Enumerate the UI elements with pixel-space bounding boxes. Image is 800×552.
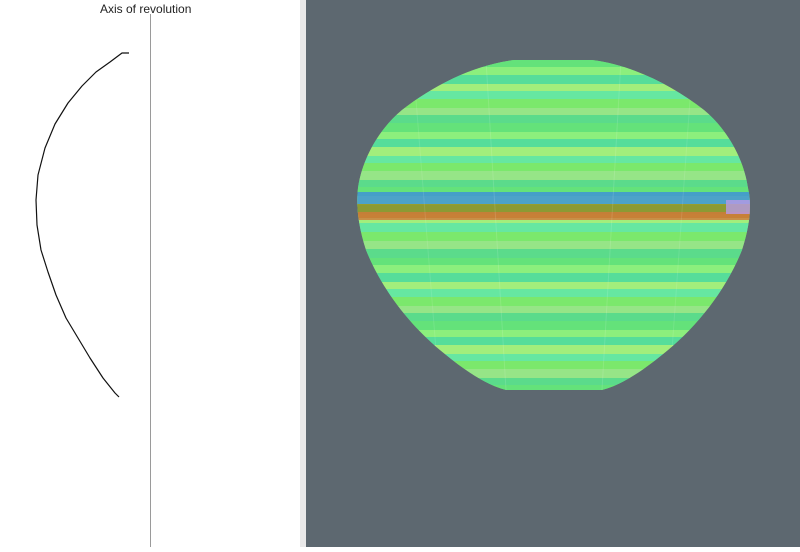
mesh-band	[357, 330, 751, 337]
mesh-band	[357, 306, 751, 313]
profile-curve[interactable]	[35, 52, 129, 398]
mesh-band	[357, 282, 751, 289]
mesh-band	[357, 123, 751, 132]
mesh-band	[357, 265, 751, 273]
mesh-band	[357, 75, 751, 84]
mesh-band	[357, 139, 751, 147]
mesh-band	[357, 297, 751, 306]
mesh-band	[357, 223, 751, 232]
mesh-band	[357, 232, 751, 241]
mesh-band	[357, 67, 751, 75]
mesh-band	[357, 321, 751, 330]
mesh-band	[357, 354, 751, 361]
mesh-band	[357, 369, 751, 378]
3d-viewport[interactable]	[306, 0, 800, 547]
mesh-band	[357, 99, 751, 108]
mesh-band	[357, 273, 751, 282]
profile-editor-panel[interactable]: Axis of revolution	[0, 0, 300, 547]
mesh-band	[357, 385, 751, 390]
mesh-band	[357, 212, 751, 220]
mesh-band	[726, 200, 751, 214]
revolved-mesh-canvas[interactable]	[306, 0, 800, 547]
mesh-band	[357, 378, 751, 385]
mesh-band	[357, 115, 751, 123]
mesh-band	[357, 108, 751, 115]
mesh-band	[357, 91, 751, 99]
mesh-band	[357, 171, 751, 180]
mesh-bands	[357, 60, 751, 390]
mesh-band	[357, 289, 751, 297]
mesh-band	[357, 241, 751, 249]
mesh-band	[357, 60, 751, 67]
mesh-band	[357, 84, 751, 91]
mesh-band	[357, 313, 751, 321]
mesh-band	[357, 345, 751, 354]
mesh-band	[357, 337, 751, 345]
mesh-band	[357, 249, 751, 258]
mesh-band	[357, 180, 751, 187]
mesh-band	[357, 147, 751, 156]
mesh-band	[357, 192, 751, 204]
mesh-band	[357, 258, 751, 265]
profile-curve-canvas[interactable]	[0, 0, 300, 547]
mesh-band	[357, 156, 751, 163]
mesh-band	[357, 361, 751, 369]
mesh-band	[357, 132, 751, 139]
mesh-band	[357, 163, 751, 171]
